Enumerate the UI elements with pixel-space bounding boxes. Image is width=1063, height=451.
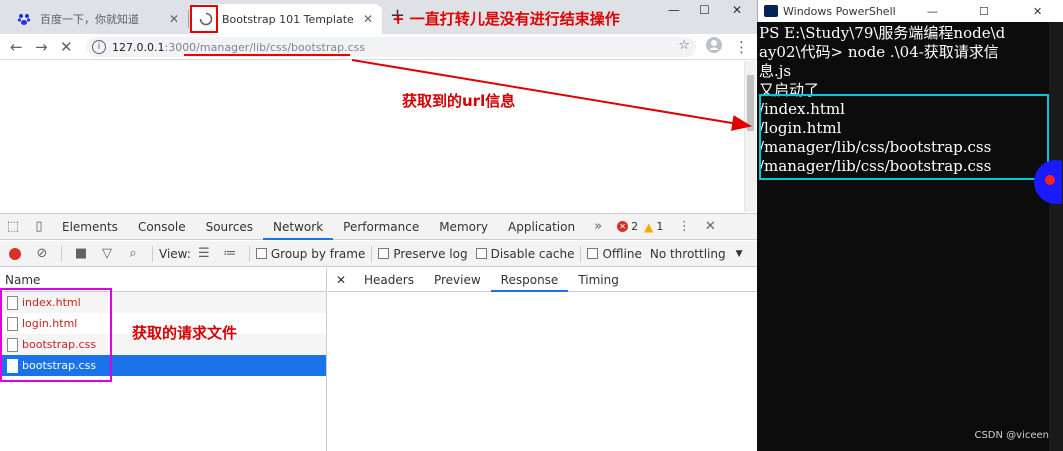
page-viewport <box>0 61 757 212</box>
chevron-down-icon[interactable]: ▼ <box>736 249 743 259</box>
powershell-window: Windows PowerShell — ☐ ✕ PS E:\Study\79\… <box>757 0 1063 451</box>
warning-icon: ▲ <box>644 219 654 234</box>
request-detail-pane: ✕ Headers Preview Response Timing <box>328 268 757 451</box>
terminal-line: 息.js <box>759 62 792 80</box>
error-count: 2 <box>631 220 639 233</box>
clear-icon[interactable]: ⊘ <box>29 246 55 261</box>
detail-tabbar: ✕ Headers Preview Response Timing <box>328 268 757 292</box>
inspect-element-icon[interactable]: ⬚ <box>0 219 26 234</box>
loading-note: + 一直打转儿是没有进行结束操作 <box>392 10 620 28</box>
device-toolbar-icon[interactable]: ▯ <box>26 219 52 234</box>
address-bar[interactable]: i 127.0.0.1:3000/manager/lib/css/bootstr… <box>86 37 696 57</box>
minimize-icon[interactable]: — <box>668 3 680 17</box>
divider <box>248 245 250 262</box>
close-detail-icon[interactable]: ✕ <box>328 273 354 287</box>
search-icon[interactable]: ⌕ <box>120 246 146 261</box>
browser-toolbar: ← → ✕ i 127.0.0.1:3000/manager/lib/css/b… <box>0 34 757 60</box>
terminal-line: PS E:\Study\79\服务端编程node\d <box>759 24 1006 42</box>
disable-cache-label: Disable cache <box>490 246 575 261</box>
stop-icon[interactable]: ✕ <box>60 38 73 56</box>
url-note: 获取到的url信息 <box>402 92 516 110</box>
tab-headers[interactable]: Headers <box>354 268 424 292</box>
window-title: Windows PowerShell <box>783 4 896 18</box>
terminal-scrollbar[interactable] <box>1049 22 1063 451</box>
forward-icon[interactable]: → <box>35 38 48 56</box>
view-label: View: <box>159 246 191 261</box>
screenshot-root: 百度一下，你就知道 ✕ Bootstrap 101 Template ✕ + —… <box>0 0 1063 451</box>
close-window-icon[interactable]: ✕ <box>732 3 742 17</box>
disable-cache-checkbox[interactable] <box>475 248 487 259</box>
chrome-window: 百度一下，你就知道 ✕ Bootstrap 101 Template ✕ + —… <box>0 0 757 451</box>
error-icon: ✕ <box>617 221 629 232</box>
files-highlight-box <box>0 288 112 382</box>
tab-title: Bootstrap 101 Template <box>222 12 354 26</box>
devtools-menu-icon[interactable]: ⋮ <box>671 219 697 234</box>
divider <box>580 245 582 262</box>
paw-icon <box>16 11 32 27</box>
tab-sources[interactable]: Sources <box>196 214 263 240</box>
terminal-line: ay02\代码> node .\04-获取请求信 <box>759 43 999 61</box>
large-rows-icon[interactable]: ☰ <box>191 246 217 261</box>
preserve-log-checkbox[interactable] <box>378 248 390 259</box>
menu-dots-icon[interactable]: ⋮ <box>734 38 749 56</box>
tab-preview[interactable]: Preview <box>424 268 491 292</box>
maximize-icon[interactable]: ☐ <box>979 5 989 18</box>
warning-count: 1 <box>656 220 664 233</box>
devtools-tabbar: ⬚ ▯ Elements Console Sources Network Per… <box>0 213 757 240</box>
tab-strip: 百度一下，你就知道 ✕ Bootstrap 101 Template ✕ + —… <box>0 0 757 34</box>
scrollbar-thumb[interactable] <box>747 75 754 131</box>
cursor-dot-icon <box>1034 160 1062 204</box>
camera-icon[interactable]: ■ <box>68 246 94 261</box>
record-icon[interactable] <box>9 247 21 260</box>
watermark: CSDN @viceen <box>974 430 1049 441</box>
tab-baidu[interactable]: 百度一下，你就知道 ✕ <box>8 4 188 34</box>
loading-highlight-box <box>190 5 218 33</box>
page-scrollbar[interactable] <box>744 61 756 212</box>
issue-counts[interactable]: ✕ 2 ▲ 1 <box>617 220 663 234</box>
tab-close-icon[interactable]: ✕ <box>360 12 376 26</box>
offline-label: Offline <box>602 246 642 261</box>
more-tabs-icon[interactable]: » <box>585 219 611 234</box>
url-path: :3000/manager/lib/css/bootstrap.css <box>164 40 366 54</box>
divider <box>61 245 62 262</box>
powershell-titlebar: Windows PowerShell — ☐ ✕ <box>757 0 1063 22</box>
url-host: 127.0.0.1 <box>112 40 165 54</box>
offline-checkbox[interactable] <box>587 248 599 259</box>
minimize-icon[interactable]: — <box>927 5 938 18</box>
tab-response[interactable]: Response <box>490 268 569 292</box>
tab-application[interactable]: Application <box>498 214 585 240</box>
devtools-close-icon[interactable]: ✕ <box>697 219 723 234</box>
tab-elements[interactable]: Elements <box>52 214 128 240</box>
group-by-frame-label: Group by frame <box>270 246 366 261</box>
tab-performance[interactable]: Performance <box>333 214 429 240</box>
divider <box>152 245 153 262</box>
group-by-frame-checkbox[interactable] <box>255 248 267 259</box>
profile-avatar-icon[interactable] <box>706 37 722 57</box>
preserve-log-label: Preserve log <box>393 246 468 261</box>
tab-timing[interactable]: Timing <box>568 268 629 292</box>
back-icon[interactable]: ← <box>10 38 23 56</box>
files-note: 获取的请求文件 <box>132 324 238 342</box>
tab-memory[interactable]: Memory <box>429 214 498 240</box>
bookmark-star-icon[interactable]: ☆ <box>678 38 690 53</box>
waterfall-icon[interactable]: ≔ <box>217 246 243 261</box>
url-underline <box>184 54 350 56</box>
network-toolbar: ⊘ ■ ▽ ⌕ View: ☰ ≔ Group by frame Preserv… <box>0 241 757 267</box>
url-highlight-box <box>759 94 1049 180</box>
powershell-icon <box>764 5 778 17</box>
maximize-icon[interactable]: ☐ <box>699 3 710 17</box>
tab-title: 百度一下，你就知道 <box>40 13 139 26</box>
divider <box>371 245 373 262</box>
tab-network[interactable]: Network <box>263 214 334 240</box>
tab-console[interactable]: Console <box>128 214 196 240</box>
tab-separator <box>188 10 189 28</box>
filter-icon[interactable]: ▽ <box>94 246 120 261</box>
info-icon[interactable]: i <box>92 40 106 54</box>
close-window-icon[interactable]: ✕ <box>1033 5 1042 18</box>
tab-bootstrap[interactable]: Bootstrap 101 Template ✕ <box>190 4 382 34</box>
throttling-select[interactable]: No throttling <box>650 247 726 261</box>
tab-close-icon[interactable]: ✕ <box>166 12 182 26</box>
